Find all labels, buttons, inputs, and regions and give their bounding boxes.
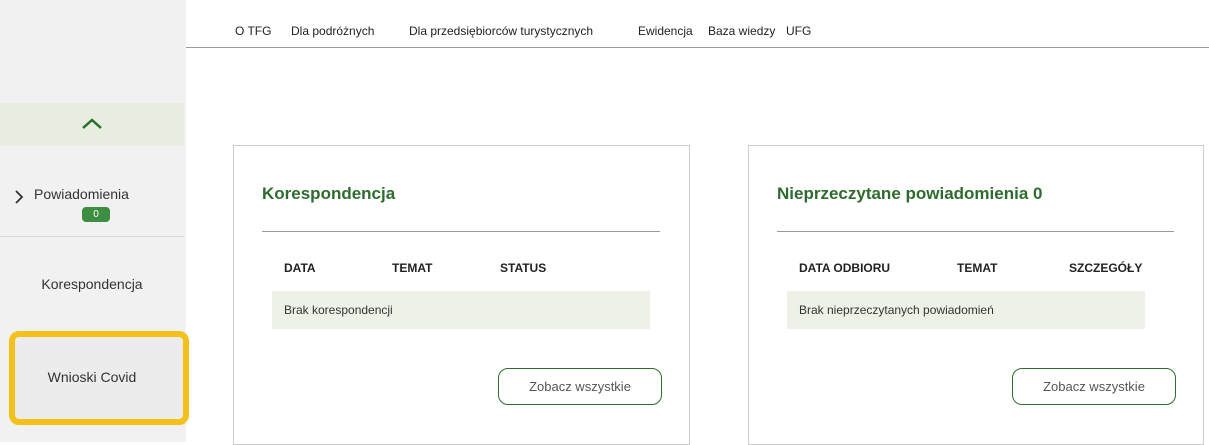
view-all-notifications-button[interactable]: Zobacz wszystkie <box>1012 368 1176 405</box>
column-header-status: STATUS <box>500 261 547 275</box>
notification-count-badge: 0 <box>82 207 110 222</box>
divider <box>262 231 660 232</box>
column-header-subject: TEMAT <box>957 261 998 275</box>
sidebar-item-correspondence[interactable]: Korespondencja <box>0 276 184 292</box>
sidebar-collapse-button[interactable] <box>0 103 184 146</box>
view-all-correspondence-button[interactable]: Zobacz wszystkie <box>498 368 662 405</box>
card-title: Korespondencja <box>262 184 396 203</box>
empty-state-row: Brak nieprzeczytanych powiadomień <box>787 291 1145 329</box>
divider <box>777 231 1174 232</box>
column-header-date: DATA <box>284 261 316 275</box>
sidebar-item-label: Korespondencja <box>41 276 143 292</box>
top-navigation: O TFG Dla podróżnych Dla przedsiębiorców… <box>186 0 1209 48</box>
nav-link-registry[interactable]: Ewidencja <box>638 24 693 38</box>
nav-link-travelers[interactable]: Dla podróżnych <box>291 24 374 38</box>
sidebar-item-label: Powiadomienia <box>34 186 129 202</box>
nav-link-knowledge-base[interactable]: Baza wiedzy <box>708 24 775 38</box>
correspondence-card: Korespondencja DATA TEMAT STATUS Brak ko… <box>233 145 690 445</box>
sidebar-item-notifications[interactable]: Powiadomienia 0 <box>0 150 184 237</box>
sidebar-item-label: Wnioski Covid <box>47 369 137 385</box>
empty-state-row: Brak korespondencji <box>272 291 650 329</box>
column-header-received-date: DATA ODBIORU <box>799 261 891 275</box>
nav-link-o-tfg[interactable]: O TFG <box>235 24 271 38</box>
column-header-details: SZCZEGÓŁY <box>1069 261 1143 275</box>
sidebar: Powiadomienia 0 Korespondencja Wnioski C… <box>0 0 189 442</box>
chevron-right-icon <box>15 190 24 204</box>
chevron-up-icon <box>82 118 102 129</box>
nav-link-tourism-businesses[interactable]: Dla przedsiębiorców turystycznych <box>409 24 593 38</box>
sidebar-item-covid[interactable]: Wnioski Covid <box>0 369 184 385</box>
nav-link-ufg[interactable]: UFG <box>786 24 811 38</box>
card-title: Nieprzeczytane powiadomienia 0 <box>777 184 1043 203</box>
unread-notifications-card: Nieprzeczytane powiadomienia 0 DATA ODBI… <box>748 145 1204 445</box>
column-header-subject: TEMAT <box>392 261 433 275</box>
